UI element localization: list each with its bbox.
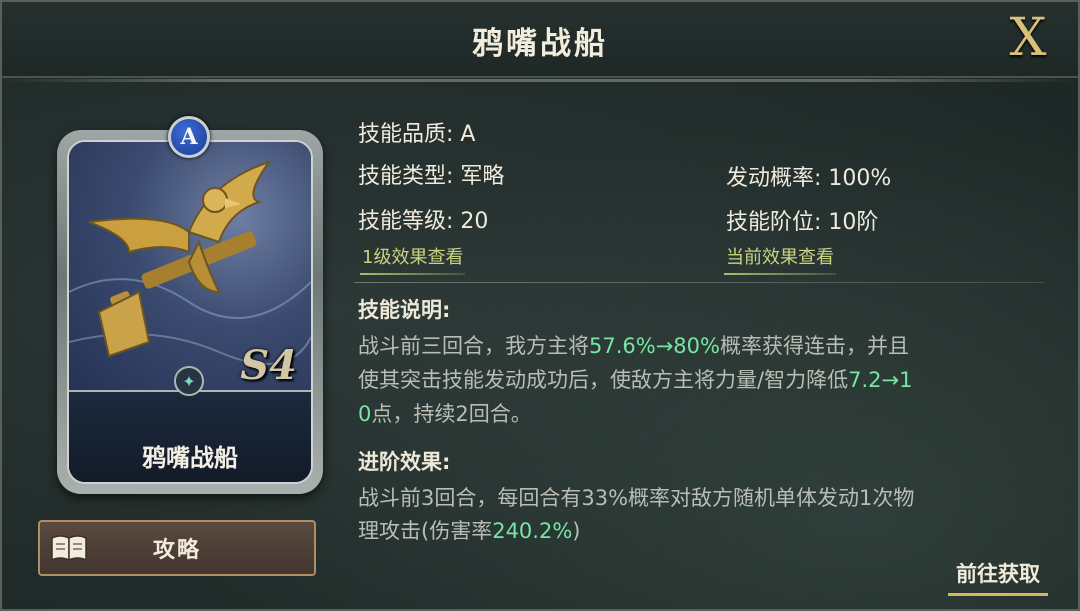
advance-line-1: 战斗前3回合，每回合有33%概率对敌方随机单体发动1次物 [358,486,915,510]
advance-line-2: 理攻击(伤害率240.2%) [358,519,581,543]
current-effect-link[interactable]: 当前效果查看 [724,243,836,275]
skill-type: 技能类型: 军略 [358,164,505,189]
book-icon [51,535,87,562]
skill-card-artwork: S4 [69,142,311,390]
highlight-value: 7.2→1 [848,368,913,392]
close-button[interactable]: X [1000,10,1056,66]
goto-acquire-button[interactable]: 前往获取 [948,558,1048,596]
highlight-value: 240.2% [492,519,573,543]
description-line-3: 0点，持续2回合。 [358,402,532,426]
skill-quality: 技能品质: A [358,122,476,147]
skill-card-frame: S4 鸦嘴战船 [67,140,313,484]
description-line-2: 使其突击技能发动成功后，使敌方主将力量/智力降低7.2→1 [358,368,913,392]
close-icon: X [1009,8,1047,68]
description-line-1: 战斗前三回合，我方主将57.6%→80%概率获得连击，并且 [358,334,909,358]
card-emblem-icon: ✦ [174,366,204,396]
card-name: 鸦嘴战船 [142,444,238,472]
skill-card: S4 鸦嘴战船 [57,130,323,494]
skill-rank: 技能阶位: 10阶 [726,210,879,235]
page-title: 鸦嘴战船 [472,26,608,62]
header-bar: 鸦嘴战船 X [2,2,1078,82]
guide-button[interactable]: 攻略 [38,520,316,576]
skill-level: 技能等级: 20 [358,209,489,234]
highlight-value: 0 [358,402,372,426]
skill-detail-panel: 鸦嘴战船 X S4 鸦嘴战船 A ✦ 攻略 技能品质: A 技能类型: 军略 发… [0,0,1080,611]
advance-effect-title: 进阶效果: [358,450,451,474]
highlight-value: 57.6%→80% [589,334,720,358]
trigger-rate: 发动概率: 100% [726,166,892,191]
divider [354,282,1044,283]
level1-effect-link[interactable]: 1级效果查看 [359,243,466,275]
grade-badge: A [168,116,210,158]
card-level-mark: S4 [240,342,297,389]
description-title: 技能说明: [358,298,451,322]
grade-letter: A [180,124,198,150]
